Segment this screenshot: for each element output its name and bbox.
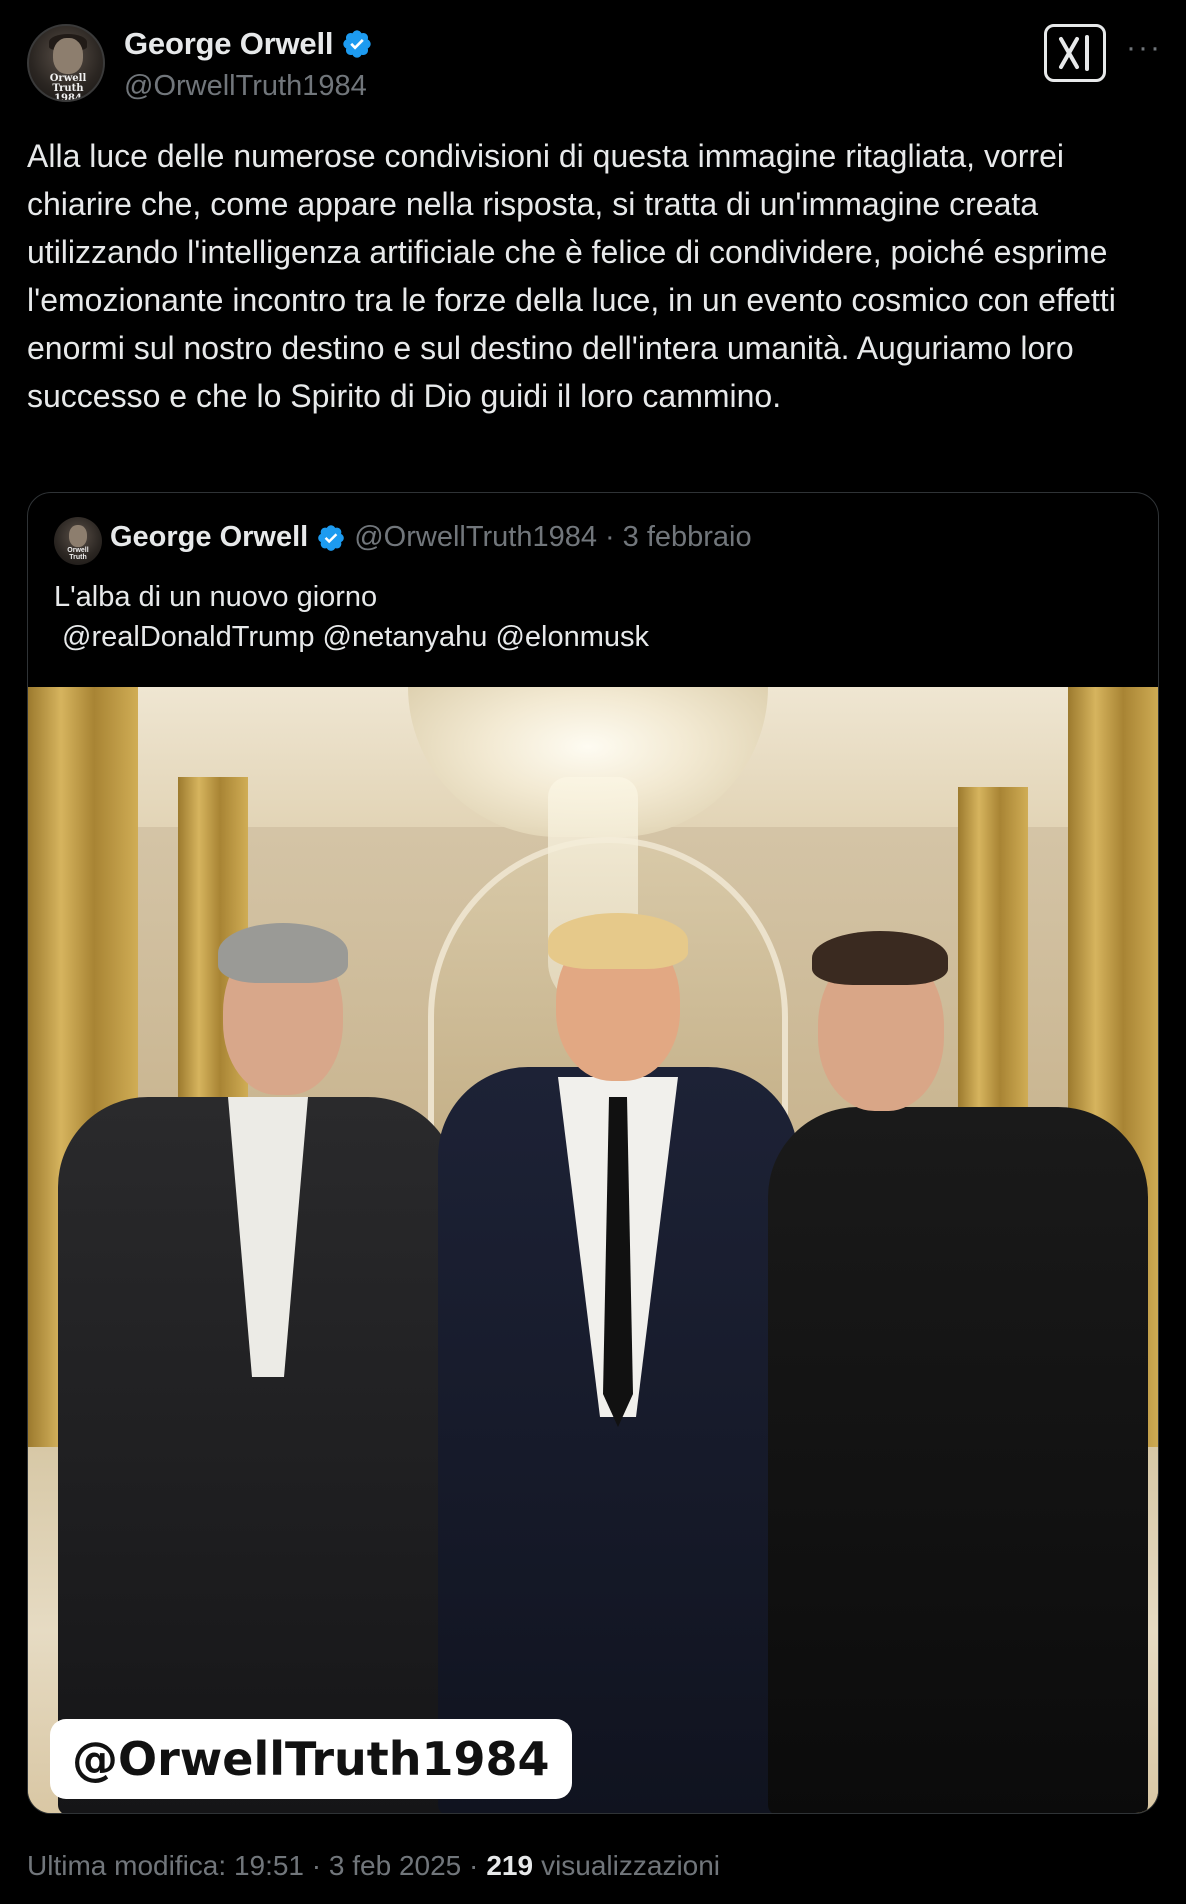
quoted-separator: · (604, 521, 615, 553)
tweet-footer: Ultima modifica: 19:51 · 3 feb 2025 · 21… (27, 1850, 720, 1882)
tweet-body: Alla luce delle numerose condivisioni di… (27, 138, 1116, 414)
author-name[interactable]: George Orwell (124, 26, 334, 62)
quoted-date[interactable]: 3 febbraio (623, 521, 752, 554)
quoted-text-line1: L'alba di un nuovo giorno (54, 581, 378, 613)
avatar-text: Orwell Truth 1984 (37, 73, 99, 102)
author-name-row: George Orwell (124, 26, 373, 62)
person-center-hair (548, 913, 688, 969)
x-grok-icon (1059, 35, 1089, 71)
views-label: visualizzazioni (541, 1850, 721, 1881)
verified-badge-icon (343, 30, 371, 58)
avatar-face (53, 38, 83, 74)
quoted-author-name[interactable]: George Orwell (110, 521, 308, 554)
quoted-author-avatar[interactable]: Orwell Truth (54, 517, 102, 565)
edited-timestamp[interactable]: Ultima modifica: 19:51 · 3 feb 2025 · (27, 1850, 478, 1882)
person-right-hair (812, 931, 948, 985)
avatar-text-line2: 1984 (54, 93, 82, 102)
quoted-header: George Orwell @OrwellTruth1984 · 3 febbr… (110, 521, 752, 554)
author-handle[interactable]: @OrwellTruth1984 (124, 70, 373, 103)
quoted-verified-badge-icon (318, 524, 345, 551)
person-right-suit (768, 1107, 1148, 1813)
quoted-text-mentions[interactable]: @realDonaldTrump @netanyahu @elonmusk (54, 621, 649, 653)
quoted-author-handle[interactable]: @OrwellTruth1984 (354, 521, 597, 554)
views-count: 219 (486, 1850, 534, 1881)
image-watermark: @OrwellTruth1984 (50, 1719, 572, 1799)
quoted-image[interactable]: @OrwellTruth1984 (28, 687, 1158, 1813)
avatar-text-line1: Orwell Truth (49, 73, 87, 94)
quoted-text: L'alba di un nuovo giorno @realDonaldTru… (54, 577, 649, 657)
quoted-avatar-text: Orwell Truth (67, 547, 89, 561)
more-icon[interactable]: ··· (1126, 33, 1162, 63)
quoted-tweet[interactable]: Orwell Truth George Orwell @OrwellTruth1… (27, 492, 1159, 1814)
quoted-avatar-face (69, 525, 87, 547)
author-avatar[interactable]: Orwell Truth 1984 (27, 24, 105, 102)
person-left-hair (218, 923, 348, 983)
x-grok-button[interactable] (1044, 24, 1106, 82)
author-block: George Orwell @OrwellTruth1984 (124, 26, 373, 103)
